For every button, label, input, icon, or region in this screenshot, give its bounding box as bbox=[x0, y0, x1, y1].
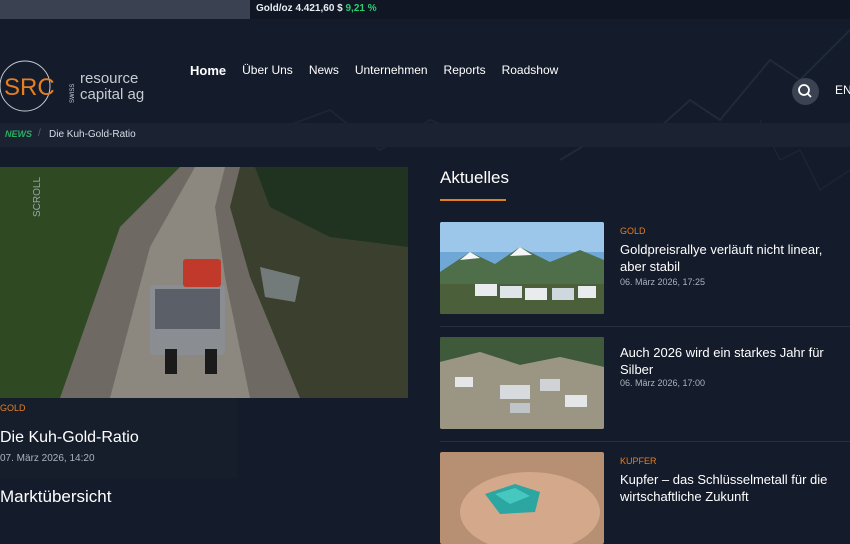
hero-category[interactable]: GOLD bbox=[0, 403, 26, 413]
site-header: SRC SWISS resource capital ag Home Über … bbox=[0, 19, 850, 123]
aktuelles-heading: Aktuelles bbox=[440, 168, 509, 187]
news-date: 06. März 2026, 17:00 bbox=[620, 378, 706, 388]
news-thumbnail[interactable] bbox=[440, 337, 604, 429]
news-divider bbox=[440, 326, 850, 327]
news-thumbnail[interactable] bbox=[440, 222, 604, 314]
aktuelles-underline bbox=[440, 199, 506, 201]
hero-title[interactable]: Die Kuh-Gold-Ratio bbox=[0, 429, 139, 447]
news-date: 06. März 2026, 17:25 bbox=[620, 277, 706, 287]
nav-news[interactable]: News bbox=[309, 63, 339, 78]
nav-unternehmen[interactable]: Unternehmen bbox=[355, 63, 428, 78]
news-title[interactable]: Auch 2026 wird ein starkes Jahr für Silb… bbox=[620, 344, 840, 378]
nav-roadshow[interactable]: Roadshow bbox=[502, 63, 559, 78]
logo-line-2: capital ag bbox=[80, 86, 144, 103]
hero-article-image[interactable]: SCROLL bbox=[0, 167, 408, 398]
main-nav: Home Über Uns News Unternehmen Reports R… bbox=[190, 63, 574, 78]
nav-reports[interactable]: Reports bbox=[444, 63, 486, 78]
mining-truck-road-image: SCROLL bbox=[0, 167, 408, 398]
ticker-left-panel bbox=[0, 0, 250, 19]
price-ticker: Gold/oz 4.421,60 $ 9,21 % bbox=[0, 0, 850, 19]
search-button[interactable] bbox=[792, 78, 819, 105]
breadcrumb-separator: / bbox=[38, 128, 41, 139]
src-logo[interactable]: SRC SWISS resource capital ag bbox=[0, 59, 160, 113]
language-switch[interactable]: EN bbox=[835, 83, 850, 97]
gold-mine-camp-image bbox=[440, 222, 604, 314]
news-category[interactable]: GOLD bbox=[620, 226, 646, 236]
news-thumbnail[interactable] bbox=[440, 452, 604, 544]
nav-home[interactable]: Home bbox=[190, 63, 226, 78]
breadcrumb-current: Die Kuh-Gold-Ratio bbox=[49, 129, 136, 140]
hero-overlay-text: SCROLL bbox=[32, 177, 43, 217]
ticker-change: 9,21 % bbox=[345, 3, 377, 14]
silver-mine-site-image bbox=[440, 337, 604, 429]
ticker-label: Gold/oz bbox=[256, 3, 293, 14]
breadcrumb: NEWS / Die Kuh-Gold-Ratio bbox=[0, 123, 850, 147]
hero-date: 07. März 2026, 14:20 bbox=[0, 453, 95, 464]
market-overview-heading: Marktübersicht bbox=[0, 487, 112, 506]
nav-ueber-uns[interactable]: Über Uns bbox=[242, 63, 293, 78]
news-divider bbox=[440, 441, 850, 442]
news-category[interactable]: KUPFER bbox=[620, 456, 657, 466]
logo-mark: SRC bbox=[4, 74, 55, 101]
ticker-price: 4.421,60 $ bbox=[295, 3, 343, 14]
breadcrumb-news-link[interactable]: NEWS bbox=[5, 129, 32, 139]
gold-price-quote: Gold/oz 4.421,60 $ 9,21 % bbox=[256, 3, 377, 14]
news-title[interactable]: Goldpreisrallye verläuft nicht linear, a… bbox=[620, 241, 840, 275]
logo-swiss: SWISS bbox=[70, 84, 76, 103]
search-icon bbox=[798, 84, 812, 98]
logo-line-1: resource bbox=[80, 70, 138, 87]
copper-ore-hand-image bbox=[440, 452, 604, 544]
